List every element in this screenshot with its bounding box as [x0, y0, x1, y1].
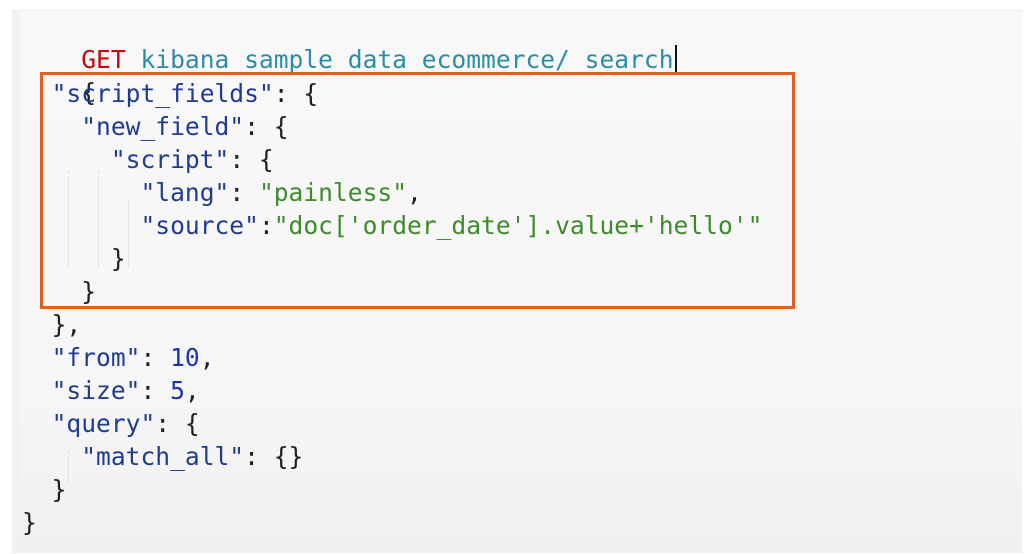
code-line[interactable]: }: [22, 474, 67, 506]
console-editor[interactable]: GET kibana_sample_data_ecommerce/_search…: [12, 10, 1022, 553]
colon-brace: : {: [273, 79, 319, 108]
colon: :: [258, 211, 274, 240]
code-line[interactable]: "source":"doc['order_date'].value+'hello…: [22, 210, 762, 242]
code-line[interactable]: "match_all": {}: [22, 441, 303, 473]
script-fields-key: "script_fields": [51, 79, 274, 108]
lang-value: "painless": [258, 178, 408, 207]
code-line[interactable]: "query": {: [22, 408, 200, 440]
colon: :: [140, 376, 171, 405]
comma: ,: [407, 178, 422, 207]
match-all-key: "match_all": [81, 442, 245, 471]
request-line[interactable]: GET kibana_sample_data_ecommerce/_search: [22, 12, 677, 74]
code-line[interactable]: "new_field": {: [22, 111, 289, 143]
code-line[interactable]: }: [22, 507, 37, 539]
code-line[interactable]: "size": 5,: [22, 375, 200, 407]
close-brace: }: [110, 244, 126, 273]
code-line[interactable]: "script_fields": {: [22, 78, 319, 110]
close-brace-comma: },: [51, 310, 82, 339]
close-brace: }: [81, 277, 97, 306]
comma: ,: [199, 343, 215, 372]
code-line[interactable]: "from": 10,: [22, 342, 215, 374]
colon-brace: : {: [244, 112, 289, 141]
new-field-key: "new_field": [81, 112, 245, 141]
size-key: "size": [51, 376, 141, 405]
code-line[interactable]: "lang": "painless",: [22, 177, 422, 209]
colon-brace: : {: [229, 145, 274, 174]
code-line[interactable]: }: [22, 276, 96, 308]
match-all-value: {}: [273, 442, 304, 471]
source-value: "doc['order_date'].value+'hello'": [273, 211, 763, 240]
from-value: 10: [170, 343, 200, 372]
editor-gutter: [12, 11, 20, 553]
colon: :: [244, 442, 274, 471]
comma: ,: [184, 376, 200, 405]
colon: :: [140, 343, 171, 372]
colon: :: [229, 178, 259, 207]
code-line[interactable]: },: [22, 309, 82, 341]
script-key: "script": [110, 145, 230, 174]
code-line[interactable]: {: [22, 45, 96, 107]
text-cursor: [674, 45, 677, 73]
close-brace: }: [22, 508, 37, 537]
colon-brace: : {: [155, 409, 200, 438]
source-key: "source": [140, 211, 259, 240]
code-line[interactable]: "script": {: [22, 144, 274, 176]
size-value: 5: [170, 376, 185, 405]
lang-key: "lang": [140, 178, 230, 207]
code-line[interactable]: }: [22, 243, 126, 275]
request-endpoint: kibana_sample_data_ecommerce/_search: [140, 45, 674, 74]
query-key: "query": [51, 409, 156, 438]
from-key: "from": [51, 343, 141, 372]
close-brace: }: [51, 475, 67, 504]
